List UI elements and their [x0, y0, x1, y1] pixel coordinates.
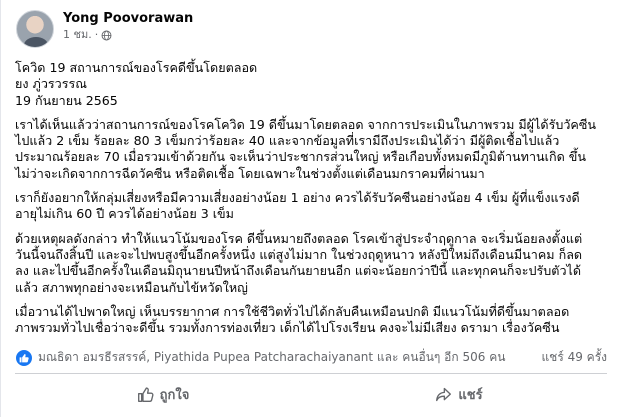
share-icon — [436, 387, 452, 401]
shares-count[interactable]: แชร์ 49 ครั้ง — [541, 348, 607, 367]
post-text-line: 19 กันยายน 2565 — [15, 92, 118, 108]
post-text-line: โควิด 19 สถานการณ์ของโรคดีขึ้นโดยตลอด — [15, 60, 258, 75]
post-text-line: ภาพรวมทั่วไปเชื่อว่าจะดีขึ้น รวมทั้งการท… — [15, 320, 560, 336]
like-button[interactable]: ถูกใจ — [15, 377, 311, 411]
post-text-line: ลง และไปขึ้นอีกครั้งในเดือนมิถุนายนปีหน้… — [15, 263, 582, 279]
post-subline: 1 ชม. · — [63, 27, 193, 43]
thumbs-up-icon — [137, 386, 154, 402]
post-text-line: ด้วยเหตุผลดังกล่าว ทำให้แนวโน้มของโรค ดี… — [15, 230, 583, 246]
post-text-line: อายุไม่เกิน 60 ปี ควรได้อย่างน้อย 3 เข็ม — [15, 206, 234, 222]
post-header: Yong Poovorawan 1 ชม. · — [16, 10, 193, 48]
post-text-line: ประมาณร้อยละ 70 เมื่อรวมเข้าด้วยกัน จะเห… — [15, 149, 586, 165]
like-icon — [15, 348, 33, 367]
post-text-line: ไปแล้ว 2 เข็ม ร้อยละ 80 3 เข็มกว่าร้อยละ… — [15, 133, 560, 149]
avatar[interactable] — [16, 10, 54, 48]
post-text-line: เมื่อวานได้ไปพาดใหญ่ เห็นบรรยากาศ การใช้… — [15, 303, 570, 319]
share-button[interactable]: แชร์ — [311, 377, 607, 411]
post-text-line: วันนี้จนถึงสิ้นปี และจะไปพบสูงขึ้นอีกครั… — [15, 246, 583, 262]
post-stats: มณธิดา อมรธีรสรรค์, Piyathida Pupea Patc… — [15, 348, 607, 367]
post-actions: ถูกใจ แชร์ — [15, 377, 607, 411]
post-meta: Yong Poovorawan 1 ชม. · — [63, 10, 193, 43]
post-text-line: ไม่ว่าจะเกิดจากการฉีดวัคซีน หรือติดเชื้อ… — [15, 165, 485, 181]
reactions-text[interactable]: มณธิดา อมรธีรสรรค์, Piyathida Pupea Patc… — [38, 348, 505, 367]
post-text-line: เราได้เห็นแล้วว่าสถานการณ์ของโรคโควิด 19… — [15, 116, 596, 132]
author-name[interactable]: Yong Poovorawan — [63, 10, 193, 27]
like-label: ถูกใจ — [159, 387, 190, 403]
post-timestamp[interactable]: 1 ชม. — [63, 27, 92, 43]
post-text-line: เราก็ยังอยากให้กลุ่มเสี่ยงหรือมีความเสี่… — [15, 190, 580, 206]
share-label: แชร์ — [458, 387, 483, 403]
reactions-summary[interactable]: มณธิดา อมรธีรสรรค์, Piyathida Pupea Patc… — [15, 348, 505, 367]
divider — [15, 373, 607, 374]
post-card: Yong Poovorawan 1 ชม. · โควิด 19 สถานการ… — [0, 0, 619, 417]
post-text-line: แล้ว สภาพทุกอย่างจะเหมือนกับไข้หวัดใหญ่ — [15, 279, 248, 295]
post-text-line: ยง ภู่วรวรรณ — [15, 76, 87, 92]
post-body: โควิด 19 สถานการณ์ของโรคดีขึ้นโดยตลอด ยง … — [15, 60, 610, 336]
globe-icon — [101, 30, 112, 40]
